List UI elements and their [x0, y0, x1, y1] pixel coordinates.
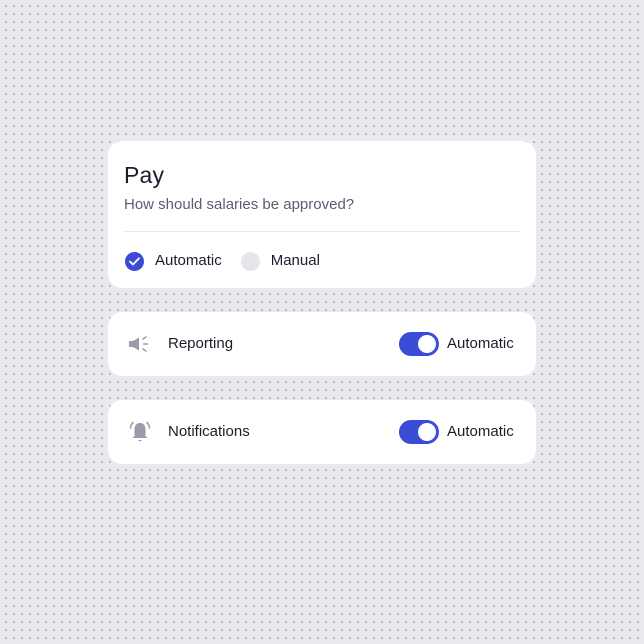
reporting-label: Reporting — [168, 335, 234, 352]
toggle-knob — [418, 423, 436, 441]
divider — [124, 231, 520, 232]
reporting-card: Reporting Automatic — [108, 312, 536, 376]
radio-checked-icon[interactable] — [125, 251, 144, 271]
pay-subtitle: How should salaries be approved? — [124, 196, 355, 213]
reporting-toggle-label: Automatic — [447, 335, 514, 352]
option-automatic[interactable]: Automatic — [125, 251, 222, 271]
option-manual[interactable]: Manual — [240, 251, 320, 271]
toggle-knob — [418, 335, 436, 353]
option-automatic-label: Automatic — [155, 252, 222, 269]
notifications-toggle[interactable] — [399, 420, 439, 444]
option-manual-label: Manual — [270, 252, 320, 269]
megaphone-icon — [127, 331, 153, 357]
pay-title: Pay — [124, 162, 165, 188]
reporting-toggle[interactable] — [399, 332, 439, 356]
notifications-label: Notifications — [168, 423, 250, 440]
bell-ringing-icon — [127, 419, 153, 445]
approval-options: Automatic Manual — [125, 250, 320, 272]
radio-unchecked-icon[interactable] — [240, 251, 260, 271]
notifications-toggle-label: Automatic — [447, 423, 514, 440]
notifications-card: Notifications Automatic — [108, 400, 536, 464]
pay-card: Pay How should salaries be approved? Aut… — [108, 141, 536, 288]
